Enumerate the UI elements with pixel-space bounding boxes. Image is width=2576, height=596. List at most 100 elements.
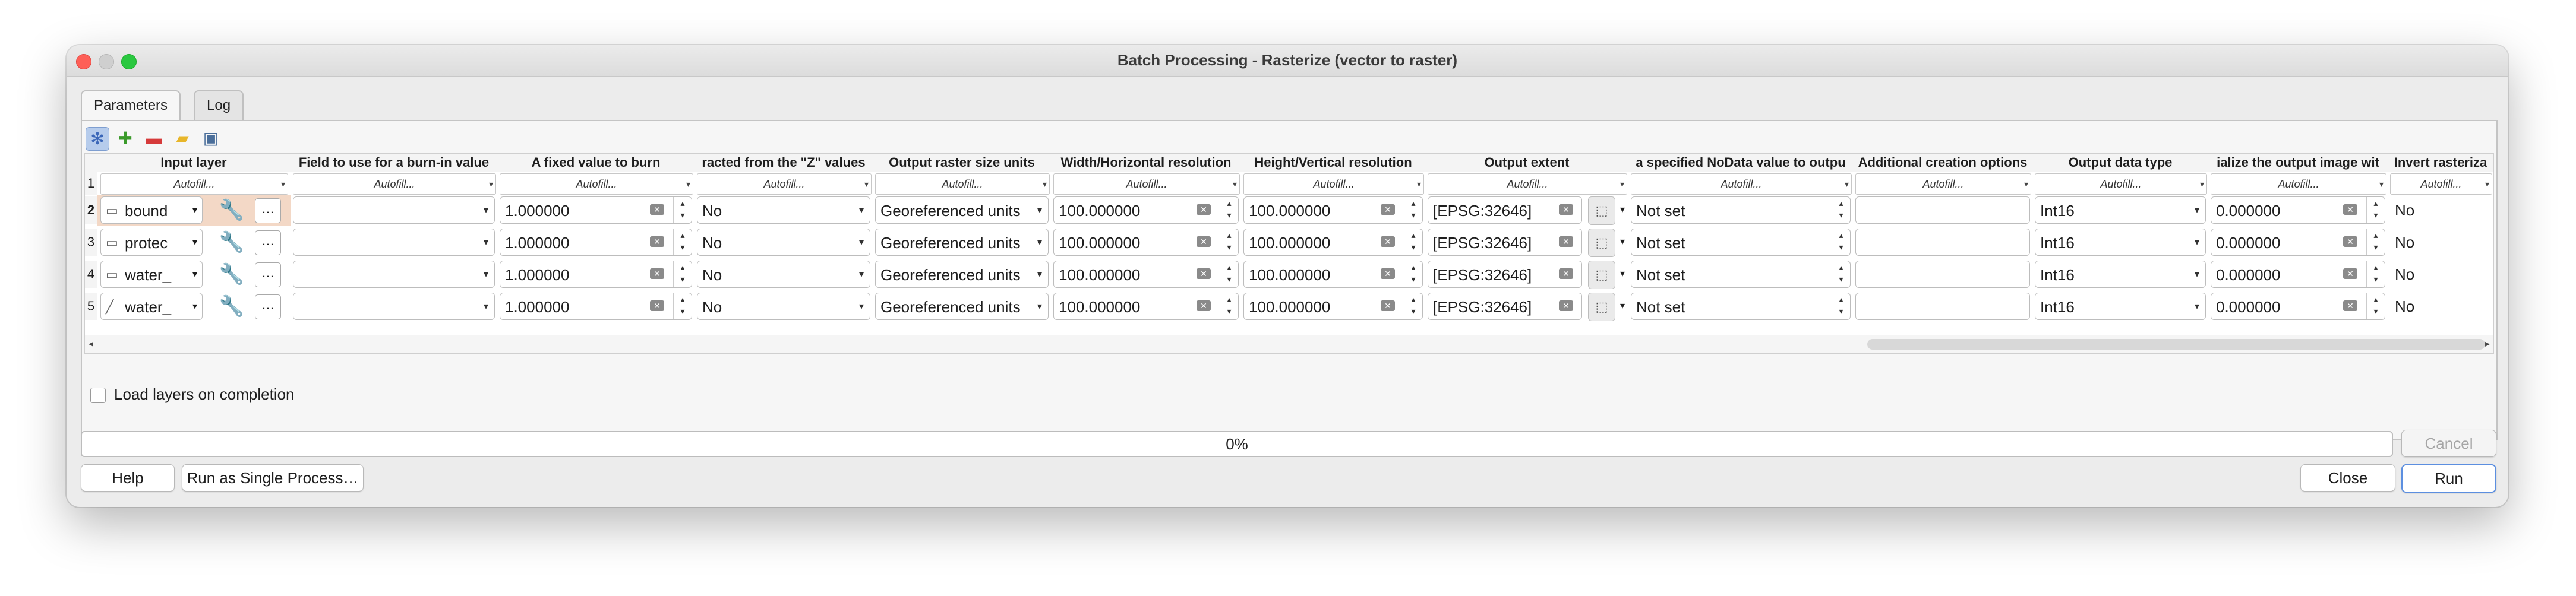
burn-value-spinbox[interactable]: 1.000000 ✕ ▴ ▾ <box>500 229 692 256</box>
run-button[interactable]: Run <box>2401 464 2496 493</box>
autofill-button[interactable]: Autofill... ▾ <box>2211 173 2386 195</box>
column-header[interactable]: Input layer <box>97 154 291 172</box>
height-spinbox[interactable]: 100.000000 ✕ ▴ ▾ <box>1243 293 1423 320</box>
cancel-button[interactable]: Cancel <box>2401 430 2496 457</box>
nodata-spinbox[interactable]: Not set ▴ ▾ <box>1631 229 1851 256</box>
burn-z-combo[interactable]: No ▾ <box>697 293 870 320</box>
clear-icon[interactable]: ✕ <box>1381 236 1395 247</box>
extent-select-icon[interactable]: ⬚ <box>1588 196 1615 225</box>
clear-icon[interactable]: ✕ <box>1197 268 1211 279</box>
creation-options-field[interactable] <box>1855 261 2030 288</box>
autofill-button[interactable]: Autofill... ▾ <box>2390 173 2492 195</box>
options-icon[interactable]: ✻ <box>86 127 109 151</box>
close-button[interactable]: Close <box>2300 464 2395 492</box>
burn-value-spinbox[interactable]: 1.000000 ✕ ▴ ▾ <box>500 196 692 224</box>
stepper-icon[interactable]: ▴ ▾ <box>2366 261 2385 287</box>
row-number[interactable]: 2 <box>85 196 97 224</box>
wrench-icon[interactable]: 🔧 <box>218 229 245 256</box>
add-row-icon[interactable]: ✚ <box>114 127 137 150</box>
stepper-icon[interactable]: ▴ ▾ <box>673 197 692 223</box>
clear-icon[interactable]: ✕ <box>1197 204 1211 215</box>
column-header[interactable]: Output raster size units <box>873 154 1052 172</box>
width-spinbox[interactable]: 100.000000 ✕ ▴ ▾ <box>1053 196 1239 224</box>
column-header[interactable]: Width/Horizontal resolution <box>1051 154 1242 172</box>
column-header[interactable]: a specified NoData value to outpu <box>1628 154 1854 172</box>
chevron-down-icon[interactable]: ▾ <box>1615 293 1627 320</box>
burn-field-combo[interactable]: ▾ <box>293 261 495 288</box>
extent-field[interactable]: [EPSG:32646] ✕ <box>1428 293 1582 320</box>
stepper-icon[interactable]: ▴ ▾ <box>1220 293 1238 319</box>
save-icon[interactable]: ▣ <box>200 127 222 150</box>
raster-units-combo[interactable]: Georeferenced units ▾ <box>875 293 1049 320</box>
open-folder-icon[interactable]: ▰ <box>171 127 194 150</box>
chevron-down-icon[interactable]: ▾ <box>1615 196 1627 224</box>
data-type-combo[interactable]: Int16 ▾ <box>2035 196 2206 224</box>
data-type-combo[interactable]: Int16 ▾ <box>2035 293 2206 320</box>
autofill-button[interactable]: Autofill... ▾ <box>293 173 496 195</box>
autofill-button[interactable]: Autofill... ▾ <box>1855 173 2031 195</box>
stepper-icon[interactable]: ▴ ▾ <box>2366 197 2385 223</box>
nodata-spinbox[interactable]: Not set ▴ ▾ <box>1631 293 1851 320</box>
clear-icon[interactable]: ✕ <box>650 300 664 311</box>
scroll-left-icon[interactable]: ◂ <box>89 338 93 350</box>
init-value-spinbox[interactable]: 0.000000 ✕ ▴ ▾ <box>2211 293 2385 320</box>
clear-icon[interactable]: ✕ <box>650 204 664 215</box>
clear-icon[interactable]: ✕ <box>650 268 664 279</box>
burn-value-spinbox[interactable]: 1.000000 ✕ ▴ ▾ <box>500 293 692 320</box>
extent-select-icon[interactable]: ⬚ <box>1588 293 1615 321</box>
column-header[interactable]: Output extent <box>1425 154 1629 172</box>
width-spinbox[interactable]: 100.000000 ✕ ▴ ▾ <box>1053 261 1239 288</box>
invert-combo[interactable]: No <box>2390 261 2491 288</box>
column-header[interactable]: Output data type <box>2032 154 2209 172</box>
stepper-icon[interactable]: ▴ ▾ <box>1832 197 1850 223</box>
autofill-button[interactable]: Autofill... ▾ <box>875 173 1050 195</box>
input-layer-combo[interactable]: ╱ water_ ▾ <box>100 293 203 320</box>
input-layer-combo[interactable]: ▭ water_ ▾ <box>100 261 203 288</box>
stepper-icon[interactable]: ▴ ▾ <box>1404 293 1422 319</box>
stepper-icon[interactable]: ▴ ▾ <box>1832 261 1850 287</box>
height-spinbox[interactable]: 100.000000 ✕ ▴ ▾ <box>1243 229 1423 256</box>
nodata-spinbox[interactable]: Not set ▴ ▾ <box>1631 261 1851 288</box>
clear-icon[interactable]: ✕ <box>2343 300 2357 311</box>
autofill-button[interactable]: Autofill... ▾ <box>1243 173 1424 195</box>
row-number[interactable]: 5 <box>85 293 97 320</box>
row-number[interactable]: 3 <box>85 229 97 256</box>
column-header[interactable]: racted from the "Z" values <box>694 154 873 172</box>
stepper-icon[interactable]: ▴ ▾ <box>1404 229 1422 255</box>
burn-field-combo[interactable]: ▾ <box>293 196 495 224</box>
input-layer-combo[interactable]: ▭ protec ▾ <box>100 229 203 256</box>
clear-icon[interactable]: ✕ <box>2343 204 2357 215</box>
stepper-icon[interactable]: ▴ ▾ <box>673 261 692 287</box>
stepper-icon[interactable]: ▴ ▾ <box>2366 293 2385 319</box>
autofill-button[interactable]: Autofill... ▾ <box>1631 173 1852 195</box>
creation-options-field[interactable] <box>1855 293 2030 320</box>
burn-value-spinbox[interactable]: 1.000000 ✕ ▴ ▾ <box>500 261 692 288</box>
browse-button[interactable]: … <box>255 230 281 255</box>
burn-z-combo[interactable]: No ▾ <box>697 261 870 288</box>
clear-icon[interactable]: ✕ <box>2343 236 2357 247</box>
clear-icon[interactable]: ✕ <box>1197 300 1211 311</box>
autofill-button[interactable]: Autofill... ▾ <box>1053 173 1240 195</box>
data-type-combo[interactable]: Int16 ▾ <box>2035 261 2206 288</box>
clear-icon[interactable]: ✕ <box>1559 300 1573 311</box>
browse-button[interactable]: … <box>255 294 281 319</box>
invert-combo[interactable]: No <box>2390 196 2491 224</box>
clear-icon[interactable]: ✕ <box>1559 268 1573 279</box>
column-header[interactable]: Field to use for a burn-in value <box>291 154 498 172</box>
autofill-button[interactable]: Autofill... ▾ <box>100 173 288 195</box>
stepper-icon[interactable]: ▴ ▾ <box>1832 293 1850 319</box>
column-header[interactable]: Additional creation options <box>1853 154 2033 172</box>
extent-select-icon[interactable]: ⬚ <box>1588 261 1615 289</box>
burn-z-combo[interactable]: No ▾ <box>697 196 870 224</box>
stepper-icon[interactable]: ▴ ▾ <box>2366 229 2385 255</box>
invert-combo[interactable]: No <box>2390 229 2491 256</box>
tab-parameters[interactable]: Parameters <box>81 90 181 122</box>
init-value-spinbox[interactable]: 0.000000 ✕ ▴ ▾ <box>2211 229 2385 256</box>
raster-units-combo[interactable]: Georeferenced units ▾ <box>875 229 1049 256</box>
stepper-icon[interactable]: ▴ ▾ <box>1220 229 1238 255</box>
wrench-icon[interactable]: 🔧 <box>218 293 245 320</box>
clear-icon[interactable]: ✕ <box>1559 236 1573 247</box>
height-spinbox[interactable]: 100.000000 ✕ ▴ ▾ <box>1243 261 1423 288</box>
row-number[interactable]: 4 <box>85 261 97 288</box>
data-type-combo[interactable]: Int16 ▾ <box>2035 229 2206 256</box>
